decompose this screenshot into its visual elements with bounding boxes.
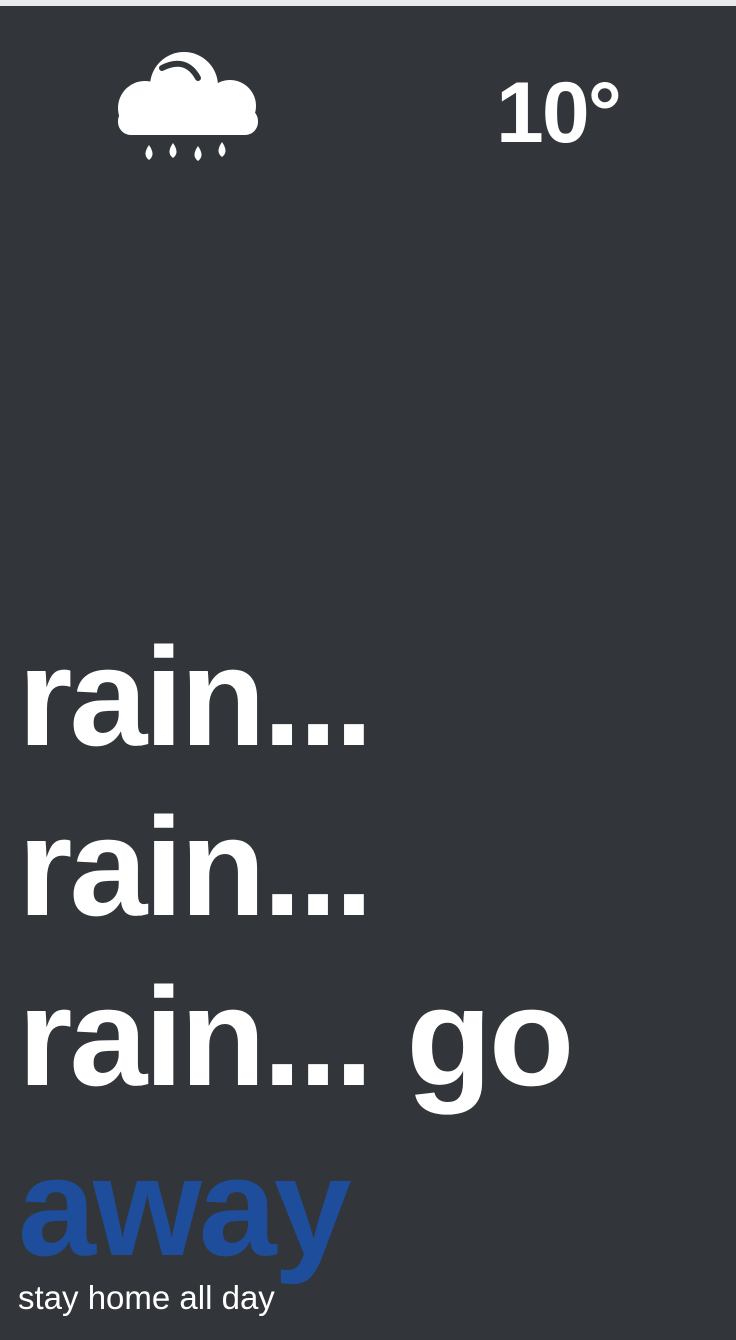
- headline-accent-word: away: [18, 1128, 351, 1285]
- subtitle: stay home all day: [18, 1279, 275, 1316]
- headline-line-1: rain...: [18, 618, 373, 775]
- window-top-edge: [0, 0, 736, 6]
- headline: rain... rain... rain... go away: [18, 612, 574, 1292]
- cloud-rain-icon: [112, 38, 260, 174]
- headline-line-2: rain...: [18, 788, 373, 945]
- headline-line-3: rain... go: [18, 958, 574, 1115]
- temperature-readout: 10°: [496, 65, 622, 161]
